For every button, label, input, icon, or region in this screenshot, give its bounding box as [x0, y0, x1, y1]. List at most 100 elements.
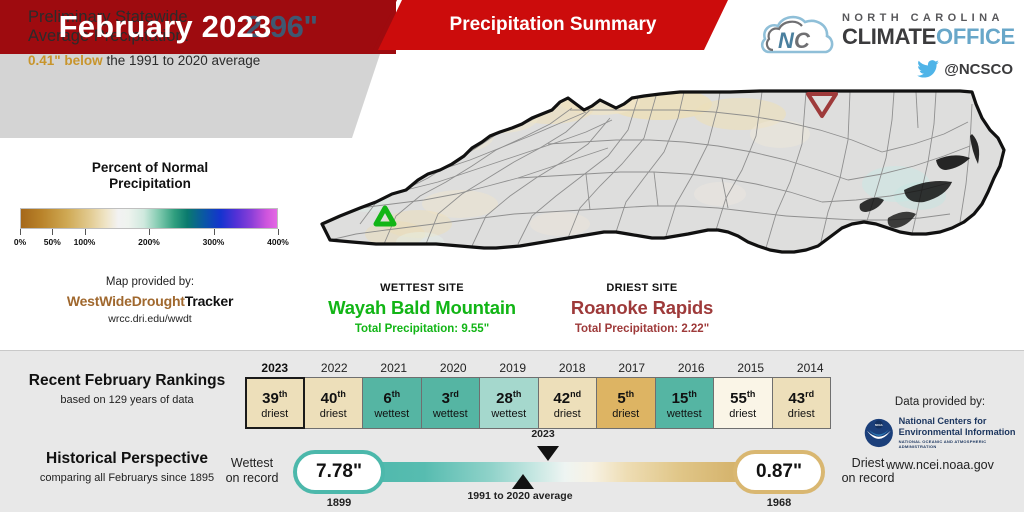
legend-title-line2: Precipitation [109, 176, 191, 191]
svg-text:N: N [778, 28, 795, 53]
ranking-rank-suffix: nd [570, 388, 582, 399]
ranking-word: wettest [432, 407, 468, 420]
legend-tick [20, 229, 21, 235]
ranking-cell[interactable]: 39th driest [245, 377, 305, 429]
ranking-cell[interactable]: 40th driest [303, 377, 363, 429]
ranking-rank: 42nd [553, 388, 582, 407]
legend-tick-label: 100% [73, 237, 96, 247]
noaa-agency-line2: Environmental Information [898, 426, 1016, 437]
ranking-rank-suffix: th [337, 388, 346, 399]
ranking-rank: 5th [617, 388, 635, 407]
infographic-root: February 2023 Precipitation Summary N C … [0, 0, 1024, 512]
north-carolina-precipitation-map [320, 89, 1006, 254]
ranking-rank: 6th [383, 388, 401, 407]
current-year-marker-icon [537, 446, 559, 461]
ranking-cell[interactable]: 5th driest [596, 377, 656, 429]
legend-tick-label: 200% [138, 237, 160, 247]
ranking-cell[interactable]: 42nd driest [537, 377, 597, 429]
noaa-seal-icon: NOAA [864, 418, 893, 447]
map-credit-url[interactable]: wrcc.dri.edu/wwdt [0, 313, 300, 325]
rankings-title: Recent February Rankings [28, 372, 226, 389]
ranking-rank-suffix: th [512, 388, 522, 399]
legend-tick [52, 229, 54, 235]
historical-title: Historical Perspective [46, 450, 208, 467]
driest-on-record-year: 1968 [766, 497, 792, 509]
rankings-subtitle: based on 129 years of data [60, 394, 194, 406]
wettest-on-record-value: 7.78" [293, 450, 385, 494]
page-subtitle: Precipitation Summary [449, 14, 657, 35]
historical-subtitle: comparing all Februarys since 1895 [39, 472, 215, 484]
ranking-word: wettest [374, 407, 410, 420]
ranking-rank-suffix: rd [805, 388, 815, 399]
driest-on-record-line2: on record [841, 471, 895, 485]
ranking-year-label: 2016 [677, 361, 705, 375]
normal-average-marker-icon [512, 474, 534, 489]
map-credit-brand-black: Tracker [184, 293, 234, 309]
current-year-marker-label: 2023 [531, 428, 555, 440]
ranking-year-label: 2015 [737, 361, 765, 375]
ranking-cell[interactable]: 43rd driest [771, 377, 831, 429]
ranking-year-label: 2018 [558, 361, 586, 375]
ranking-word: wettest [666, 407, 702, 420]
ranking-rank-suffix: th [746, 388, 756, 399]
ranking-rank: 15th [671, 388, 697, 407]
ranking-year-label: 2020 [439, 361, 467, 375]
data-credit-url[interactable]: www.ncei.noaa.gov [864, 458, 1016, 472]
rankings-year-header: 2023 2022 2021 2020 2019 2018 2017 2016 2015 2014 [245, 361, 840, 375]
ranking-cell[interactable]: 15th wettest [654, 377, 714, 429]
ranking-year-label: 2017 [618, 361, 646, 375]
ranking-rank: 55th [730, 388, 756, 407]
svg-text:C: C [794, 28, 811, 53]
wettest-on-record-line1: Wettest [230, 456, 274, 470]
data-credit: Data provided by: NOAA National Centers … [864, 396, 1016, 472]
ranking-cell[interactable]: 3rd wettest [420, 377, 480, 429]
noaa-logo: NOAA National Centers for Environmental … [864, 416, 1016, 449]
noaa-agency-line1: National Centers for [898, 416, 987, 426]
legend-tick [84, 229, 86, 235]
ranking-cell[interactable]: 6th wettest [362, 377, 422, 429]
ranking-year-label: 2014 [796, 361, 824, 375]
historical-scale: Wettest on record 7.78" 1899 1991 to 202… [226, 428, 895, 510]
ranking-cell[interactable]: 55th driest [713, 377, 773, 429]
noaa-agency-line3: NATIONAL OCEANIC AND ATMOSPHERIC ADMINIS… [898, 439, 987, 449]
logo-wordmark: NORTH CAROLINA CLIMATEOFFICE [842, 12, 1015, 48]
wettest-on-record-line2: on record [225, 471, 279, 485]
logo-office-line: CLIMATEOFFICE [842, 25, 1015, 48]
nc-climate-office-logo: N C NORTH CAROLINA CLIMATEOFFICE @NCSCO [760, 8, 1015, 80]
ranking-year-label: 2021 [380, 361, 408, 375]
ranking-rank: 43rd [788, 388, 815, 407]
historical-gradient-track [345, 462, 785, 482]
driest-on-record-value: 0.87" [733, 450, 825, 494]
ranking-rank-suffix: rd [449, 388, 459, 399]
legend-tick-labels: 0% 50% 100% 200% 300% 400% [0, 237, 298, 251]
noaa-wordmark: National Centers for Environmental Infor… [899, 416, 1016, 449]
ranking-rank: 28th [496, 388, 522, 407]
driest-site-precip: Total Precipitation: 2.22" [574, 323, 710, 335]
ranking-word: driest [261, 407, 289, 420]
legend-tick-marks [20, 229, 279, 236]
legend-tick-label: 400% [267, 237, 289, 247]
legend-tick [149, 229, 150, 235]
normal-average-label: 1991 to 2020 average [467, 490, 573, 502]
driest-site-callout: DRIEST SITE Roanoke Rapids Total Precipi… [512, 282, 772, 335]
legend-color-ramp [20, 208, 278, 229]
ranking-word: driest [612, 407, 640, 420]
ranking-cell[interactable]: 28th wettest [479, 377, 539, 429]
ranking-word: wettest [491, 407, 527, 420]
ranking-year-label: 2023 [261, 361, 289, 375]
ranking-word: driest [787, 407, 815, 420]
ranking-rank: 39th [262, 388, 288, 407]
map-credit-brand: WestWideDroughtTracker [0, 293, 300, 309]
legend-title: Percent of Normal Precipitation [0, 160, 300, 192]
legend-tick [278, 229, 279, 235]
nc-cloud-logo-icon: N C [760, 15, 834, 54]
rankings-heading: Recent February Rankings based on 129 ye… [14, 372, 240, 406]
statewide-departure-value: 0.41" below [28, 53, 103, 68]
logo-climate-word: CLIMATE [842, 24, 937, 49]
wettest-on-record-year: 1899 [326, 497, 352, 509]
map-credit-brand-orange: WestWideDrought [66, 293, 185, 309]
ranking-year-label: 2019 [499, 361, 527, 375]
data-credit-title: Data provided by: [894, 396, 986, 408]
legend-tick [213, 229, 215, 235]
statewide-departure-rest: the 1991 to 2020 average [102, 53, 261, 68]
